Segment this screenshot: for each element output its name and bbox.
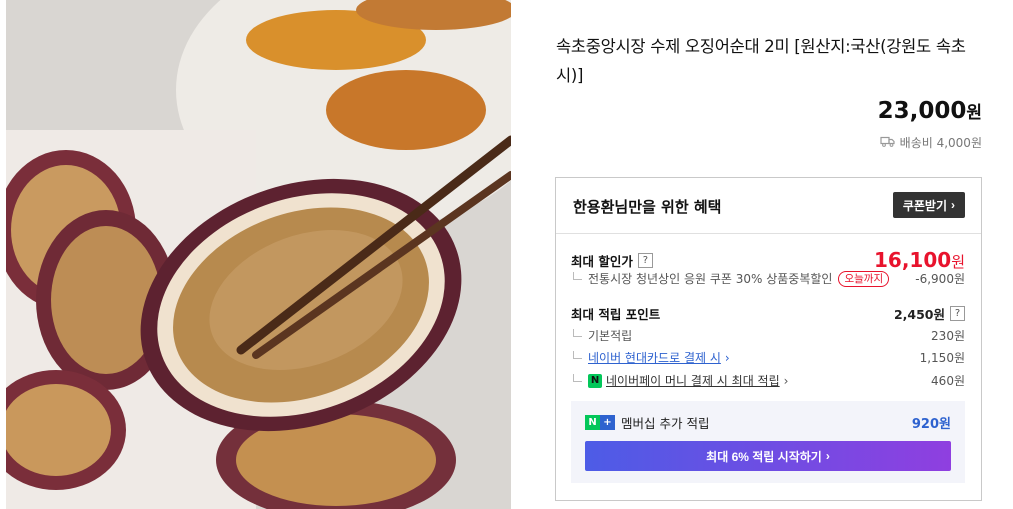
max-discount-label: 최대 할인가 — [571, 253, 633, 269]
discount-amount: -6,900원 — [915, 272, 965, 286]
coupon-button[interactable]: 쿠폰받기 › — [892, 192, 965, 218]
npay-money-link[interactable]: 네이버페이 머니 결제 시 최대 적립 — [606, 372, 780, 389]
chevron-right-icon: › — [724, 350, 730, 365]
truck-icon — [880, 136, 895, 150]
benefit-panel: 한용환님만을 위한 혜택 쿠폰받기 › 최대 할인가 ? 16,100원 전통시… — [555, 177, 982, 501]
help-icon[interactable]: ? — [637, 252, 653, 268]
tree-connector — [573, 328, 582, 337]
product-title: 속초중앙시장 수제 오징어순대 2미 [원산지:국산(강원도 속초시)] — [556, 37, 966, 85]
shipping-info: 배송비 4,000원 — [880, 134, 982, 151]
points-card-row: 네이버 현대카드로 결제 시 › 1,150원 — [573, 349, 965, 366]
points-npay-value: 460원 — [931, 374, 965, 388]
nplus-n: N — [585, 415, 600, 430]
start-membership-button[interactable]: 최대 6% 적립 시작하기 › — [585, 441, 951, 471]
divider — [556, 233, 981, 234]
membership-value: 920원 — [911, 417, 951, 432]
points-basic-row: 기본적립 230원 — [573, 327, 965, 344]
membership-label: 멤버십 추가 적립 — [621, 416, 710, 431]
max-points-label: 최대 적립 포인트 — [571, 307, 661, 322]
price-currency: 원 — [966, 103, 982, 123]
today-only-badge: 오늘까지 — [838, 270, 890, 287]
chevron-right-icon: › — [783, 373, 789, 388]
discount-price-currency: 원 — [951, 253, 965, 271]
points-card-value: 1,150원 — [919, 351, 965, 365]
benefit-heading: 한용환님만을 위한 혜택 — [573, 198, 722, 216]
points-npay-row: N 네이버페이 머니 결제 시 최대 적립 › 460원 — [573, 372, 965, 389]
discount-detail-row: 전통시장 청년상인 응원 쿠폰 30% 상품중복할인 오늘까지 -6,900원 — [573, 270, 965, 287]
membership-row: N + 멤버십 추가 적립 920원 — [585, 413, 951, 432]
membership-box: N + 멤버십 추가 적립 920원 최대 6% 적립 시작하기 › — [571, 401, 965, 483]
product-price: 23,000원 — [878, 98, 982, 124]
coupon-button-label: 쿠폰받기 — [902, 198, 947, 213]
nplus-plus: + — [600, 415, 615, 430]
discount-price-amount: 16,100 — [874, 248, 952, 272]
chevron-right-icon: › — [951, 198, 955, 212]
product-image[interactable] — [6, 0, 511, 509]
price-amount: 23,000 — [877, 98, 967, 124]
points-basic-label: 기본적립 — [588, 329, 633, 343]
shipping-fee: 배송비 4,000원 — [899, 136, 982, 150]
start-membership-label: 최대 6% 적립 시작하기 — [706, 449, 822, 464]
discount-price: 16,100원 — [874, 248, 965, 272]
nplus-icon: N + — [585, 415, 615, 430]
tree-connector — [573, 271, 582, 280]
tree-connector — [573, 373, 582, 382]
discount-detail: 전통시장 청년상인 응원 쿠폰 30% 상품중복할인 — [588, 272, 833, 286]
points-total: 2,450원 — [893, 307, 945, 322]
max-discount-row: 최대 할인가 ? 16,100원 — [571, 248, 965, 272]
chevron-right-icon: › — [825, 449, 830, 463]
tree-connector — [573, 350, 582, 359]
max-points-value: 2,450원 ? — [894, 304, 965, 323]
npay-icon: N — [588, 373, 602, 388]
help-icon[interactable]: ? — [950, 306, 965, 321]
max-points-row: 최대 적립 포인트 2,450원 ? — [571, 304, 965, 323]
hyundai-card-link[interactable]: 네이버 현대카드로 결제 시 — [588, 349, 721, 366]
points-basic-value: 230원 — [931, 329, 965, 343]
